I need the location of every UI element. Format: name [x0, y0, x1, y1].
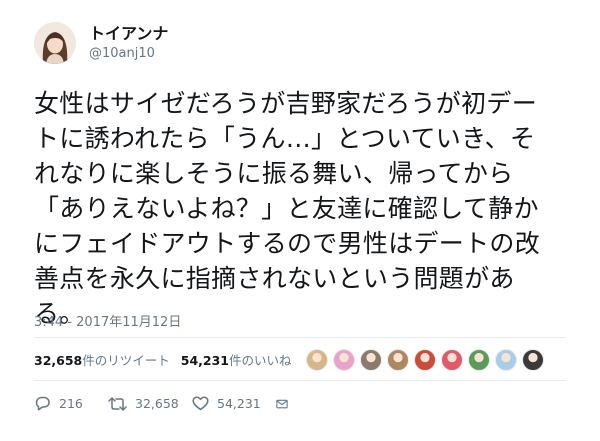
- retweet-icon: [108, 396, 127, 411]
- tweet-line: れなりに楽しそうに振る舞い、帰ってから: [34, 159, 514, 188]
- display-name[interactable]: トイアンナ: [89, 24, 168, 44]
- retweet-button[interactable]: 32,658: [108, 396, 192, 411]
- like-button[interactable]: 54,231: [192, 396, 276, 411]
- direct-message-button[interactable]: [276, 397, 296, 411]
- reply-count: 216: [59, 396, 83, 411]
- envelope-icon: [276, 399, 288, 408]
- liker-avatar[interactable]: [441, 349, 463, 371]
- liker-avatar[interactable]: [306, 349, 328, 371]
- heart-icon: [192, 396, 209, 411]
- engagement-stats: 32,658 件のリツイート 54,231 件のいいね: [34, 350, 292, 369]
- retweets-count: 32,658: [34, 353, 83, 368]
- liker-avatar[interactable]: [333, 349, 355, 371]
- avatar[interactable]: [34, 22, 76, 64]
- retweets-stat[interactable]: 32,658 件のリツイート: [34, 350, 170, 369]
- tweet-line: 善点を永久に指摘されないという問題があ: [34, 264, 515, 293]
- avatar-illustration: [34, 22, 76, 64]
- tweet-line: トに誘われたら「うん…」とついていき、そ: [34, 124, 536, 153]
- like-count: 54,231: [217, 396, 261, 411]
- retweet-count: 32,658: [135, 396, 179, 411]
- author-info: トイアンナ @10anj10: [89, 24, 168, 63]
- likes-count: 54,231: [180, 353, 230, 368]
- liker-avatar[interactable]: [468, 349, 490, 371]
- user-handle[interactable]: @10anj10: [89, 45, 168, 63]
- divider: [34, 380, 566, 381]
- tweet-line: 女性はサイゼだろうが吉野家だろうが初デー: [34, 89, 538, 118]
- liker-avatar[interactable]: [522, 349, 544, 371]
- liker-avatar[interactable]: [414, 349, 436, 371]
- liker-avatar[interactable]: [495, 349, 517, 371]
- tweet-text: 女性はサイゼだろうが吉野家だろうが初デー トに誘われたら「うん…」とついていき、…: [34, 86, 594, 331]
- liker-avatar[interactable]: [360, 349, 382, 371]
- liker-avatar[interactable]: [387, 349, 409, 371]
- reply-icon: [35, 396, 50, 411]
- tweet-actions: 216 32,658 54,231: [34, 396, 296, 411]
- retweets-label: 件のリツイート: [82, 353, 170, 368]
- likes-label: 件のいいね: [229, 353, 292, 368]
- divider: [34, 337, 566, 338]
- tweet-line: にフェイドアウトするので男性はデートの改: [34, 229, 541, 258]
- likes-stat[interactable]: 54,231 件のいいね: [181, 350, 292, 369]
- liker-avatars: [306, 349, 549, 371]
- reply-button[interactable]: 216: [34, 396, 108, 411]
- tweet-timestamp[interactable]: 3:44 - 2017年11月12日: [34, 311, 181, 330]
- tweet-line: 「ありえないよね？」と友達に確認して静か: [34, 194, 539, 223]
